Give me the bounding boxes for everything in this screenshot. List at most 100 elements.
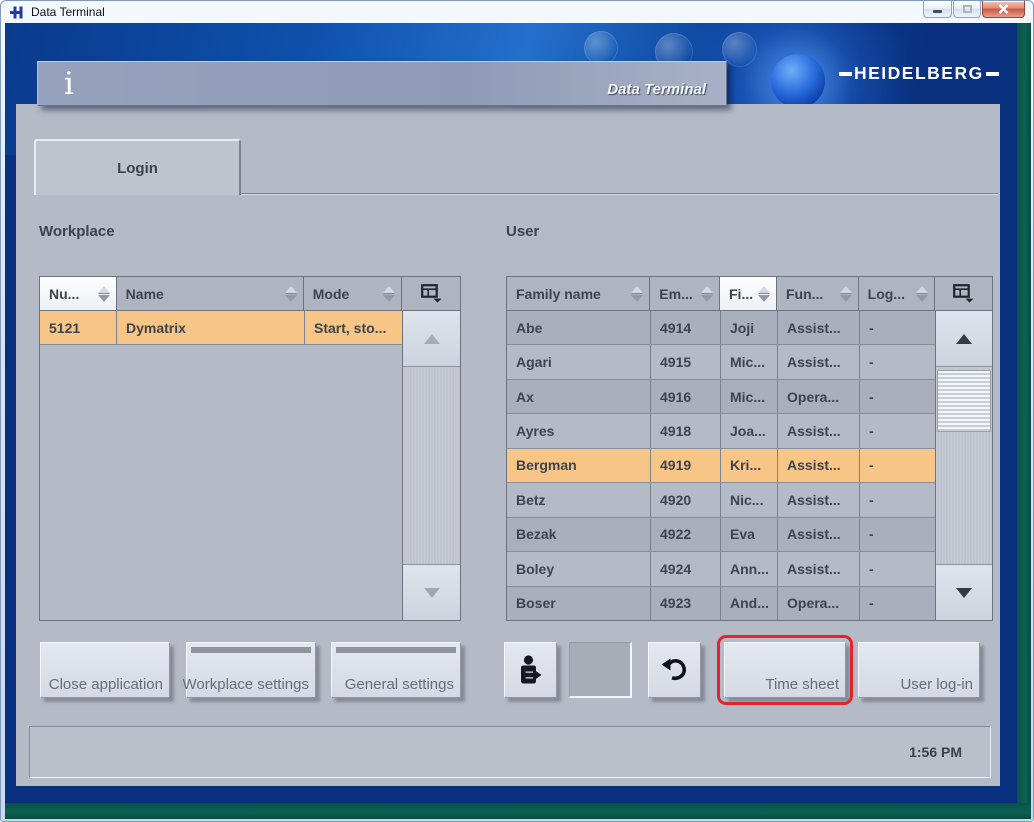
user-row[interactable]: Agari 4915 Mic... Assist... -: [507, 345, 937, 379]
decor-bubble: [584, 31, 618, 65]
column-label: Em...: [659, 286, 692, 302]
undo-button[interactable]: [648, 642, 701, 698]
info-icon[interactable]: i: [64, 63, 74, 105]
maximize-icon: [963, 5, 972, 13]
user-row[interactable]: Boser 4923 And... Opera... -: [507, 587, 937, 620]
cell-function: Assist...: [778, 518, 860, 551]
minimize-icon: [933, 10, 942, 13]
table-columns-icon: [421, 284, 442, 303]
cell-logged: -: [860, 552, 937, 585]
column-label: Mode: [313, 286, 350, 302]
highlight-annotation: [717, 635, 853, 705]
decor-sphere: [771, 54, 825, 108]
arrow-up-icon: [424, 334, 440, 344]
cell-function: Assist...: [778, 449, 860, 482]
logo-bar: [986, 72, 999, 76]
cell-employee: 4918: [651, 414, 721, 447]
user-section-label: User: [506, 223, 539, 240]
button-label: Workplace settings: [183, 676, 309, 693]
banner-title: Data Terminal: [607, 81, 706, 98]
cell-family-name: Betz: [507, 483, 651, 516]
cell-family-name: Boser: [507, 587, 651, 620]
user-row[interactable]: Ayres 4918 Joa... Assist... -: [507, 414, 937, 448]
column-header-name[interactable]: Name: [117, 277, 304, 311]
cell-first-name: Joji: [721, 311, 778, 344]
column-header-logged[interactable]: Log...: [859, 277, 936, 311]
column-config-button[interactable]: [402, 277, 460, 311]
scroll-thumb[interactable]: [937, 370, 991, 432]
cell-logged: -: [860, 345, 937, 378]
user-row[interactable]: Boley 4924 Ann... Assist... -: [507, 552, 937, 586]
cell-first-name: Kri...: [721, 449, 778, 482]
close-window-button[interactable]: [982, 1, 1025, 18]
user-row[interactable]: Abe 4914 Joji Assist... -: [507, 311, 937, 345]
cell-family-name: Agari: [507, 345, 651, 378]
close-application-button[interactable]: Close application: [40, 642, 170, 698]
maximize-button[interactable]: [953, 1, 981, 18]
column-header-mode[interactable]: Mode: [304, 277, 403, 311]
user-row[interactable]: Betz 4920 Nic... Assist... -: [507, 483, 937, 517]
column-header-first-name[interactable]: Fi...: [720, 277, 777, 311]
scroll-track[interactable]: [936, 367, 992, 564]
status-bar: 1:56 PM: [29, 726, 991, 778]
cell-employee: 4920: [651, 483, 721, 516]
window-controls: [922, 1, 1025, 18]
cell-employee: 4924: [651, 552, 721, 585]
app-window: Data Terminal HEIDELBERG i Data Terminal: [0, 0, 1034, 822]
column-label: Family name: [516, 286, 601, 302]
column-header-function[interactable]: Fun...: [777, 277, 859, 311]
general-settings-button[interactable]: General settings: [331, 642, 461, 698]
scroll-down-button[interactable]: [936, 564, 992, 620]
cell-first-name: And...: [721, 587, 778, 620]
user-row-selected[interactable]: Bergman 4919 Kri... Assist... -: [507, 449, 937, 483]
cell-function: Assist...: [778, 552, 860, 585]
scroll-up-button[interactable]: [936, 311, 992, 367]
cell-logged: -: [860, 449, 937, 482]
logo-bar: [839, 72, 852, 76]
workplace-table: Nu... Name Mode 512: [39, 276, 461, 621]
arrow-down-icon: [424, 588, 440, 598]
cell-employee: 4923: [651, 587, 721, 620]
heidelberg-logo: HEIDELBERG: [839, 63, 999, 84]
cell-employee: 4915: [651, 345, 721, 378]
column-config-button[interactable]: [935, 277, 992, 311]
clock-label: 1:56 PM: [909, 744, 962, 760]
cell-logged: -: [860, 311, 937, 344]
cell-first-name: Ann...: [721, 552, 778, 585]
column-label: Fi...: [729, 286, 753, 302]
column-label: Log...: [868, 286, 905, 302]
cell-function: Assist...: [778, 345, 860, 378]
workplace-row[interactable]: 5121 Dymatrix Start, sto...: [40, 311, 404, 345]
workplace-table-header: Nu... Name Mode: [40, 277, 460, 311]
scroll-track[interactable]: [403, 367, 460, 564]
column-header-family-name[interactable]: Family name: [507, 277, 650, 311]
user-entry-button[interactable]: [504, 642, 557, 698]
scroll-up-button[interactable]: [403, 311, 460, 367]
cell-logged: -: [860, 483, 937, 516]
user-login-button[interactable]: User log-in: [858, 642, 980, 698]
sort-arrows-icon: [626, 286, 643, 302]
cell-employee: 4919: [651, 449, 721, 482]
tab-login[interactable]: Login: [34, 139, 241, 195]
tab-divider: [241, 193, 998, 195]
scroll-down-button[interactable]: [403, 564, 460, 620]
user-entry-icon: [518, 655, 543, 686]
cell-first-name: Joa...: [721, 414, 778, 447]
column-header-number[interactable]: Nu...: [40, 277, 117, 311]
minimize-button[interactable]: [923, 1, 952, 18]
cell-family-name: Ayres: [507, 414, 651, 447]
info-banner: i Data Terminal: [37, 61, 727, 106]
user-scrollbar: [935, 311, 992, 620]
cell-first-name: Mic...: [721, 380, 778, 413]
user-row[interactable]: Bezak 4922 Eva Assist... -: [507, 518, 937, 552]
cell-employee: 4922: [651, 518, 721, 551]
column-header-employee[interactable]: Em...: [650, 277, 720, 311]
workplace-settings-button[interactable]: Workplace settings: [186, 642, 316, 698]
cell-function: Opera...: [778, 380, 860, 413]
user-row[interactable]: Ax 4916 Mic... Opera... -: [507, 380, 937, 414]
cell-name: Dymatrix: [117, 311, 305, 344]
cell-logged: -: [860, 380, 937, 413]
user-table: Family name Em... Fi... Fun...: [506, 276, 993, 621]
column-label: Nu...: [49, 286, 79, 302]
window-title: Data Terminal: [31, 5, 105, 19]
